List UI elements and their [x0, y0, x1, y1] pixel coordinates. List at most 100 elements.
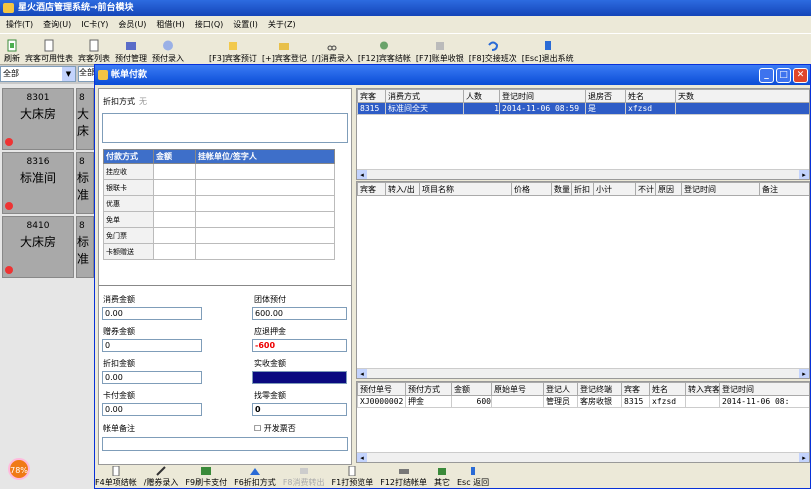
- reserve-icon: [228, 42, 237, 50]
- menu-interface[interactable]: 接口(Q): [195, 19, 224, 30]
- prepay-grid: 预付单号 预付方式 金额 原始单号 登记人 登记终端 宾客 姓名 转入宾客 登记时间 XJ0000…: [356, 381, 810, 463]
- printer-icon: [398, 469, 409, 474]
- reserve-button[interactable]: [F3]宾客预订: [209, 39, 257, 64]
- minimize-button[interactable]: _: [759, 68, 774, 83]
- coupon-input[interactable]: 0: [102, 339, 202, 352]
- card-pay-button[interactable]: F9刷卡支付: [185, 466, 227, 488]
- exit-icon: [544, 41, 551, 50]
- table-row[interactable]: 优惠: [103, 195, 335, 212]
- consume-transfer-button[interactable]: F8消费转出: [283, 466, 325, 488]
- room-tile[interactable]: 8 标准: [76, 152, 94, 214]
- discount-amount-input[interactable]: 0.00: [102, 371, 202, 384]
- coupon-entry-button[interactable]: /赠券录入: [144, 466, 178, 488]
- menu-operate[interactable]: 操作(T): [6, 19, 33, 30]
- folder-icon: [126, 42, 136, 50]
- actual-label: 实收金额: [254, 359, 286, 368]
- dialog-title-bar: 帐单付款 _ □ ✕: [95, 65, 810, 85]
- main-toolbar: 刷新 宾客可用性表 宾客列表 预付管理 预付录入 [F3]宾客预订 [+]宾客登…: [0, 33, 811, 65]
- consume-grid: 宾客 转入/出 项目名称 价格 数量 折扣 小计 不计 原因 登记时间 备注 ◂ ▸: [356, 181, 810, 379]
- card-label: 卡付金额: [103, 391, 135, 400]
- discount-method-button[interactable]: F6折扣方式: [234, 466, 276, 488]
- availability-button[interactable]: 宾客可用性表: [25, 39, 73, 64]
- room-tile[interactable]: 8316 标准间: [2, 152, 74, 214]
- guest-grid-scrollbar[interactable]: ◂ ▸: [357, 169, 809, 179]
- consume-grid-scrollbar[interactable]: ◂ ▸: [357, 368, 809, 378]
- discount-detail-box[interactable]: [102, 113, 348, 143]
- consume-input[interactable]: 0.00: [102, 307, 202, 320]
- guest-list-button[interactable]: 宾客列表: [78, 39, 110, 64]
- actual-input[interactable]: [252, 371, 347, 384]
- chevron-down-icon[interactable]: ▼: [62, 67, 75, 81]
- table-row[interactable]: 8315 标准间全天 1 2014-11-06 08:59 是 xfzsd: [357, 102, 809, 115]
- room-tile[interactable]: 8410 大床房: [2, 216, 74, 278]
- change-label: 找零金额: [254, 391, 286, 400]
- discount-value[interactable]: 无: [139, 96, 147, 107]
- menu-rent[interactable]: 租借(H): [156, 19, 184, 30]
- checkout-button[interactable]: [F12]宾客结帐: [358, 39, 411, 64]
- note-input[interactable]: [102, 437, 348, 451]
- app-icon: [3, 3, 14, 13]
- other-icon: [438, 468, 446, 475]
- table-row[interactable]: XJ0000002 押金 600 管理员 客房收银 8315 xfzsd 2014-11-06…: [357, 395, 809, 408]
- room-filter-select[interactable]: 全部 ▼: [0, 66, 76, 82]
- prepay-grid-scrollbar[interactable]: ◂ ▸: [357, 452, 809, 462]
- shift-button[interactable]: [F8]交接班次: [469, 39, 517, 64]
- undo-icon: [487, 41, 498, 51]
- table-row[interactable]: 挂应收: [103, 163, 335, 180]
- return-button[interactable]: Esc 返回: [457, 466, 489, 488]
- coupon-label: 赠券金额: [103, 327, 135, 336]
- table-icon: [44, 39, 54, 52]
- discount-amount-label: 折扣金额: [103, 359, 135, 368]
- occupied-icon: [5, 266, 13, 274]
- dialog-action-bar: F4单项结帐 /赠券录入 F9刷卡支付 F6折扣方式 F8消费转出 F1打预览单…: [95, 466, 810, 488]
- table-row[interactable]: 免门票: [103, 227, 335, 244]
- discount-icon: [249, 468, 260, 475]
- occupied-icon: [5, 202, 13, 210]
- discount-label: 折扣方式: [103, 97, 135, 106]
- menu-about[interactable]: 关于(Z): [268, 19, 296, 30]
- table-row[interactable]: 卡额赠送: [103, 243, 335, 260]
- room-tile[interactable]: 8 标准: [76, 216, 94, 278]
- checkin-button[interactable]: [+]宾客登记: [262, 39, 307, 64]
- app-title-bar: 星火酒店管理系统→前台模块: [0, 0, 811, 16]
- change-input[interactable]: 0: [252, 403, 347, 416]
- document-icon: [112, 466, 120, 476]
- bill-cashier-button[interactable]: [F7]账单收银: [416, 39, 464, 64]
- refund-input[interactable]: -600: [252, 339, 347, 352]
- refresh-button[interactable]: 刷新: [4, 39, 20, 64]
- refund-label: 应退押金: [254, 327, 286, 336]
- menu-query[interactable]: 查询(U): [43, 19, 71, 30]
- single-checkout-button[interactable]: F4单项结帐: [95, 466, 137, 488]
- print-preview-button[interactable]: F1打预览单: [332, 466, 373, 488]
- pen-icon: [156, 466, 166, 476]
- consume-entry-button[interactable]: [/]消费录入: [312, 39, 353, 64]
- table-row[interactable]: 免单: [103, 211, 335, 228]
- other-button[interactable]: 其它: [434, 466, 450, 488]
- guest-grid: 宾客 消费方式 人数 登记时间 退房否 姓名 天数 8315 标准间全天 1 2014-11-06…: [356, 88, 810, 180]
- progress-badge: 78%: [8, 458, 30, 480]
- room-tile[interactable]: 8301 大床房: [2, 88, 74, 150]
- room-grid: 8301 大床房 8 大床 8316 标准间 8 标准 8410 大床房 8 标准: [0, 84, 94, 489]
- card-icon: [201, 467, 212, 475]
- room-tile[interactable]: 8 大床: [76, 88, 94, 150]
- prepay-manage-button[interactable]: 预付管理: [115, 39, 147, 64]
- print-checkout-button[interactable]: F12打结帐单: [380, 466, 427, 488]
- scissors-icon: [327, 45, 337, 51]
- close-button[interactable]: ✕: [793, 68, 808, 83]
- exit-button[interactable]: [Esc]退出系统: [522, 39, 574, 64]
- note-label: 帐单备注: [103, 424, 135, 433]
- occupied-icon: [5, 138, 13, 146]
- menu-ic-card[interactable]: IC卡(Y): [81, 19, 108, 30]
- group-prepay-label: 团体预付: [254, 295, 286, 304]
- list-icon: [89, 39, 99, 52]
- dialog-title: 帐单付款: [111, 70, 148, 80]
- table-row[interactable]: 银联卡: [103, 179, 335, 196]
- prepay-entry-button[interactable]: 预付录入: [152, 39, 184, 64]
- card-input[interactable]: 0.00: [102, 403, 202, 416]
- payment-method-table: 付款方式 金额 挂帐单位/签字人 挂应收 银联卡 优惠 免单 免门票 卡额赠送: [103, 149, 335, 260]
- group-prepay-input[interactable]: 600.00: [252, 307, 347, 320]
- menu-member[interactable]: 会员(U): [118, 19, 146, 30]
- maximize-button[interactable]: □: [776, 68, 791, 83]
- invoice-checkbox[interactable]: ☐ 开发票否: [254, 423, 296, 434]
- menu-settings[interactable]: 设置(I): [233, 19, 258, 30]
